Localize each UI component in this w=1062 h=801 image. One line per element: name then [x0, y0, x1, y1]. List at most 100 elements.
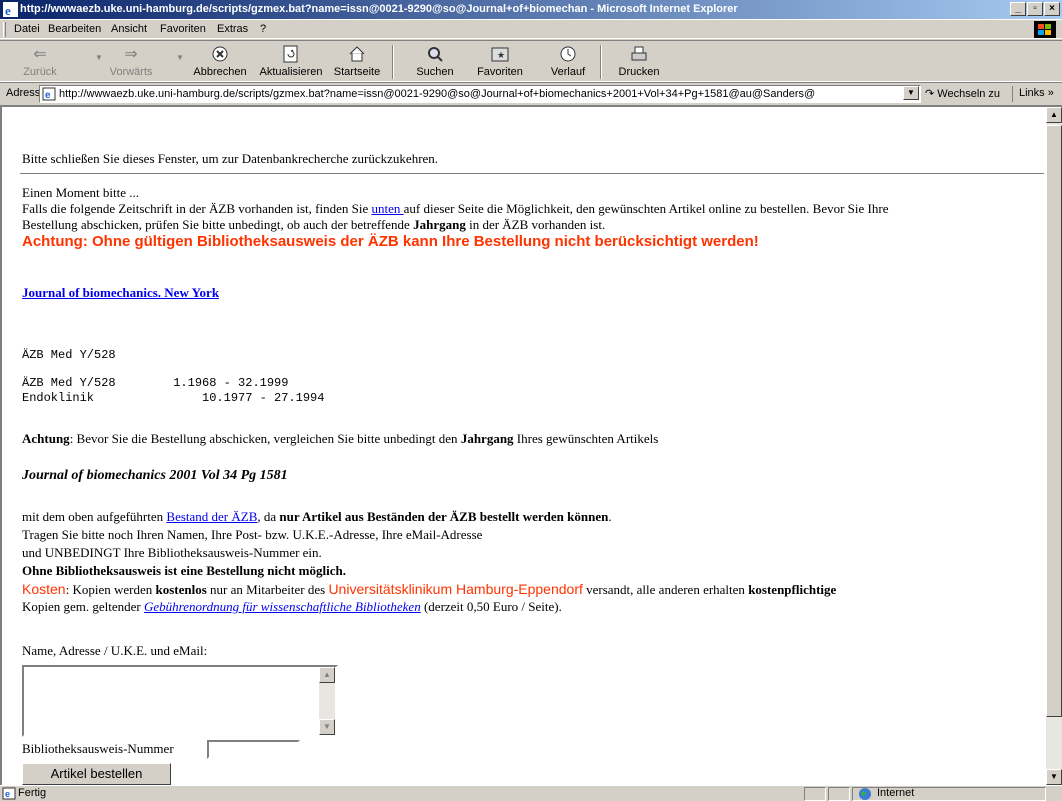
home-button[interactable]: Startseite [330, 43, 384, 79]
jahrgang-bold: Jahrgang [413, 217, 466, 232]
cost-label: Kosten [22, 581, 66, 597]
no-card-notice: Ohne Bibliotheksausweis ist eine Bestell… [22, 563, 346, 578]
fee-schedule-link[interactable]: Gebührenordnung für wissenschaftliche Bi… [144, 599, 421, 614]
menu-extras[interactable]: Extras [217, 23, 248, 35]
citation: Journal of biomechanics 2001 Vol 34 Pg 1… [22, 468, 288, 483]
enter-line-1: Tragen Sie bitte noch Ihren Namen, Ihre … [22, 527, 483, 542]
page-content: Bitte schließen Sie dieses Fenster, um z… [0, 105, 1046, 785]
address-form-label: Name, Adresse / U.K.E. und eMail: [22, 643, 208, 658]
card-number-label: Bibliotheksausweis-Nummer [22, 741, 174, 756]
status-bar: e Fertig Internet [0, 785, 1062, 801]
refresh-label: Aktualisieren [259, 66, 323, 78]
compare-bold: nur Artikel aus Beständen der ÄZB bestel… [279, 509, 609, 524]
scroll-up-icon[interactable]: ▲ [1046, 107, 1062, 123]
toolbar-grip [3, 22, 6, 37]
compare-text: , da [257, 509, 280, 524]
address-textarea[interactable] [22, 665, 338, 737]
svg-text:e: e [5, 789, 10, 799]
page-icon: e [42, 87, 56, 101]
globe-icon [859, 788, 871, 800]
compare-text: mit dem oben aufgeführten [22, 509, 167, 524]
menu-datei[interactable]: Datei [14, 23, 40, 35]
achtung-text: Ihres gewünschten Artikels [513, 431, 659, 446]
menu-ansicht[interactable]: Ansicht [111, 23, 147, 35]
journal-link[interactable]: Journal of biomechanics. New York [22, 285, 219, 300]
page-status-icon: e [2, 787, 16, 800]
textarea-scrollbar[interactable]: ▲ ▼ [319, 667, 335, 735]
holding-line: ÄZB Med Y/528 [22, 348, 116, 362]
achtung-line: Achtung: Bevor Sie die Bestellung abschi… [22, 431, 658, 447]
cost-text: : Kopien werden [65, 582, 156, 597]
back-button[interactable]: ⇐ Zurück [18, 43, 62, 79]
stop-button[interactable]: Abbrechen [190, 43, 250, 79]
address-bar: Adresse e http://wwwaezb.uke.uni-hamburg.… [0, 82, 1062, 105]
go-button[interactable]: ↷ Wechseln zu [925, 87, 1000, 100]
info-text: auf dieser Seite die Möglichkeit, den ge… [403, 201, 889, 216]
forward-label: Vorwärts [109, 66, 153, 78]
refresh-button[interactable]: Aktualisieren [256, 43, 326, 79]
scroll-thumb[interactable] [1046, 125, 1062, 717]
history-label: Verlauf [550, 66, 586, 78]
cost-text: Kopien gem. geltender [22, 599, 145, 614]
minimize-button[interactable]: _ [1010, 2, 1026, 16]
toolbar-separator [392, 45, 394, 79]
links-button[interactable]: Links » [1012, 86, 1054, 102]
svg-text:e: e [45, 90, 51, 101]
scroll-down-icon[interactable]: ▼ [319, 719, 335, 735]
info-text: Falls die folgende Zeitschrift in der ÄZ… [22, 201, 372, 216]
favorites-button[interactable]: ★ Favoriten [470, 43, 530, 79]
divider [20, 173, 1044, 175]
menu-favoriten[interactable]: Favoriten [160, 23, 206, 35]
achtung-bold: Achtung [22, 431, 70, 446]
history-icon [543, 43, 593, 65]
go-label: Wechseln zu [937, 88, 1001, 100]
forward-button[interactable]: ⇒ Vorwärts [104, 43, 158, 79]
jahrgang-bold: Jahrgang [460, 431, 514, 446]
menu-help[interactable]: ? [260, 23, 266, 35]
svg-text:★: ★ [497, 50, 505, 60]
enter-line-2: und UNBEDINGT Ihre Bibliotheksausweis-Nu… [22, 545, 322, 560]
search-button[interactable]: Suchen [410, 43, 460, 79]
info-line-2: Bestellung abschicken, prüfen Sie bitte … [22, 217, 605, 233]
forward-arrow-icon: ⇒ [124, 46, 138, 63]
back-label: Zurück [23, 66, 57, 78]
history-button[interactable]: Verlauf [543, 43, 593, 79]
journal-link-wrap: Journal of biomechanics. New York [22, 285, 219, 301]
ie-logo-icon: e [3, 2, 18, 17]
holding-line: Endoklinik 10.1977 - 27.1994 [22, 391, 325, 405]
back-dropdown-icon[interactable]: ▼ [95, 53, 103, 62]
refresh-icon [256, 43, 326, 65]
info-text: Bestellung abschicken, prüfen Sie bitte … [22, 217, 414, 232]
close-button[interactable]: × [1044, 2, 1060, 16]
address-url: http://wwwaezb.uke.uni-hamburg.de/script… [59, 88, 816, 100]
holding-line: ÄZB Med Y/528 1.1968 - 32.1999 [22, 376, 289, 390]
maximize-button[interactable]: ▫ [1027, 2, 1043, 16]
unten-link[interactable]: unten [371, 201, 403, 216]
home-label: Startseite [333, 66, 381, 78]
search-icon [410, 43, 460, 65]
info-line-1: Falls die folgende Zeitschrift in der ÄZ… [22, 201, 888, 217]
status-pane [828, 787, 850, 801]
favorites-icon: ★ [470, 43, 530, 65]
address-dropdown-button[interactable]: ▼ [903, 86, 919, 100]
card-number-input[interactable] [207, 740, 300, 759]
forward-dropdown-icon[interactable]: ▼ [176, 53, 184, 62]
close-hint: Bitte schließen Sie dieses Fenster, um z… [22, 151, 439, 166]
bestand-link[interactable]: Bestand der ÄZB [166, 509, 257, 524]
scroll-down-icon[interactable]: ▼ [1046, 769, 1062, 785]
page-scrollbar[interactable]: ▲ ▼ [1046, 105, 1062, 785]
home-icon [330, 43, 384, 65]
order-article-button[interactable]: Artikel bestellen [22, 763, 171, 785]
search-label: Suchen [416, 66, 454, 78]
toolbar-separator [600, 45, 602, 79]
cost-line-1: Kosten: Kopien werden kostenlos nur an M… [22, 581, 836, 598]
scroll-up-icon[interactable]: ▲ [319, 667, 335, 683]
menu-bearbeiten[interactable]: Bearbeiten [48, 23, 101, 35]
print-button[interactable]: Drucken [614, 43, 664, 79]
compare-text: . [608, 509, 612, 524]
standard-toolbar: ⇐ Zurück ▼ ⇒ Vorwärts ▼ Abbrechen Aktual… [0, 40, 1062, 82]
wait-text: Einen Moment bitte ... [22, 185, 139, 200]
address-input[interactable]: e http://wwwaezb.uke.uni-hamburg.de/scrip… [39, 85, 921, 103]
cost-bold: kostenlos [155, 582, 207, 597]
browser-window: e http://wwwaezb.uke.uni-hamburg.de/scri… [0, 0, 1062, 801]
